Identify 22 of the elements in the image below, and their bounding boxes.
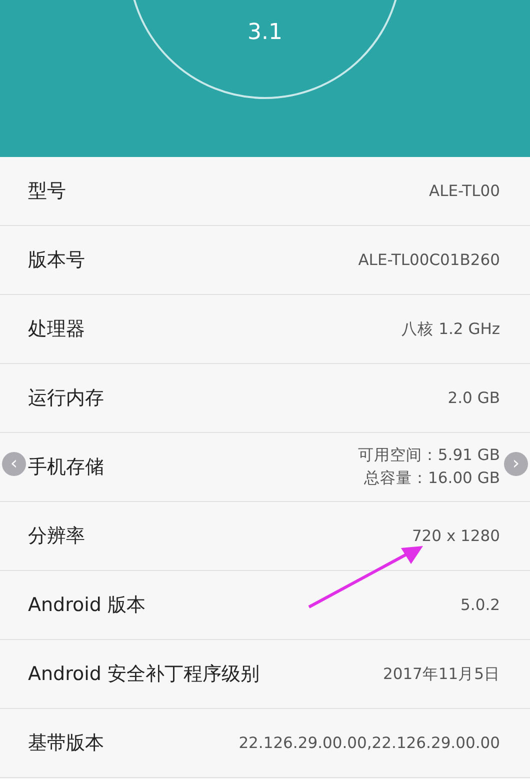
row-label: 分辨率 [28, 524, 85, 549]
row-value: 22.126.29.00.00,22.126.29.00.00 [238, 734, 500, 752]
row-value: 八核 1.2 GHz [402, 318, 500, 340]
row-value: ALE-TL00C01B260 [358, 251, 500, 269]
row-value: 可用空间：5.91 GB [358, 445, 500, 466]
row-value: 总容量：16.00 GB [364, 468, 500, 489]
row-value: 2.0 GB [448, 389, 500, 407]
row-label: 运行内存 [28, 386, 104, 411]
row-value: 5.0.2 [460, 596, 500, 614]
previous-button[interactable]: ‹ [2, 452, 26, 476]
row-label: 型号 [28, 179, 66, 204]
row-label: 版本号 [28, 248, 85, 273]
row-label: Android 版本 [28, 593, 146, 618]
version-number: 3.1 [248, 20, 282, 45]
row-value: 720 x 1280 [412, 527, 500, 545]
row-label: 处理器 [28, 317, 85, 342]
row-label: 手机存储 [28, 455, 104, 480]
row-value: 2017年11月5日 [382, 664, 500, 684]
row-label: Android 安全补丁程序级别 [28, 662, 260, 687]
next-button[interactable]: › [504, 452, 528, 476]
row-label: 基带版本 [28, 731, 104, 756]
row-value: ALE-TL00 [428, 182, 500, 200]
